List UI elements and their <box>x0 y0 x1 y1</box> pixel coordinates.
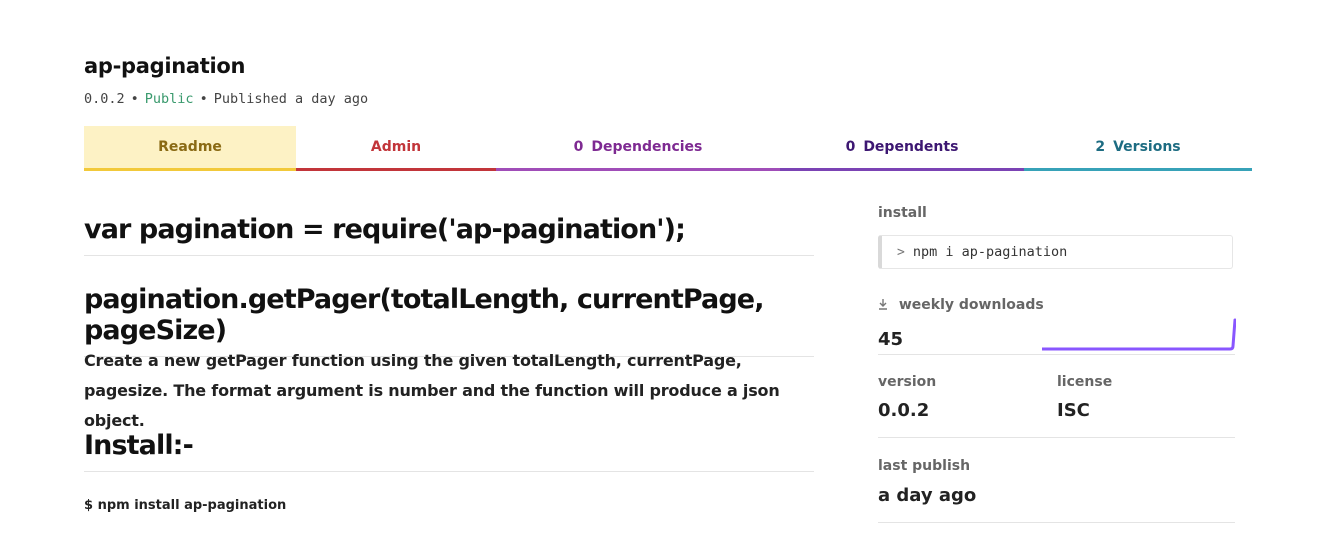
package-tabs: Readme Admin 0 Dependencies 0 Dependents… <box>84 126 1252 171</box>
tab-label: Dependents <box>863 139 959 155</box>
meta-separator: • <box>130 91 139 107</box>
tab-dependencies[interactable]: 0 Dependencies <box>496 126 780 171</box>
install-command-text[interactable]: npm i ap-pagination <box>913 244 1067 260</box>
meta-separator: • <box>199 91 208 107</box>
package-version: 0.0.2 <box>84 91 125 107</box>
download-arrow-icon <box>878 297 899 313</box>
weekly-downloads-value: 45 <box>878 329 904 350</box>
tab-label: Versions <box>1113 139 1181 155</box>
readme-heading-require: var pagination = require('ap-pagination'… <box>84 214 814 256</box>
package-name: ap-pagination <box>84 54 246 78</box>
readme-description: Create a new getPager function using the… <box>84 351 780 430</box>
tab-count: 0 <box>573 139 584 155</box>
published-text: Published a day ago <box>213 91 369 107</box>
tab-readme[interactable]: Readme <box>84 126 296 171</box>
version-value: 0.0.2 <box>878 400 930 421</box>
tab-label: Admin <box>370 139 422 155</box>
divider <box>878 522 1235 523</box>
tab-count: 0 <box>845 139 856 155</box>
tab-label: Readme <box>158 139 222 155</box>
terminal-prompt-icon: > <box>897 244 905 260</box>
version-label: version <box>878 374 937 390</box>
weekly-downloads-text: weekly downloads <box>898 297 1044 313</box>
divider <box>878 354 1235 355</box>
last-publish-label: last publish <box>878 458 971 474</box>
readme-install-command: $ npm install ap-pagination <box>84 498 287 513</box>
divider <box>878 437 1235 438</box>
visibility-badge: Public <box>144 91 194 107</box>
tab-dependents[interactable]: 0 Dependents <box>780 126 1024 171</box>
readme-heading-install: Install:- <box>84 430 814 472</box>
tab-versions[interactable]: 2 Versions <box>1024 126 1252 171</box>
install-command-box[interactable]: > npm i ap-pagination <box>878 235 1233 269</box>
license-label: license <box>1057 374 1113 390</box>
license-value: ISC <box>1057 400 1090 421</box>
tab-admin[interactable]: Admin <box>296 126 496 171</box>
downloads-sparkline[interactable] <box>1042 316 1236 352</box>
last-publish-value: a day ago <box>878 485 977 506</box>
weekly-downloads-label: weekly downloads <box>878 297 1044 313</box>
tab-count: 2 <box>1095 139 1106 155</box>
tab-label: Dependencies <box>591 139 703 155</box>
package-meta: 0.0.2 • Public • Published a day ago <box>84 91 368 107</box>
install-label: install <box>878 205 927 221</box>
